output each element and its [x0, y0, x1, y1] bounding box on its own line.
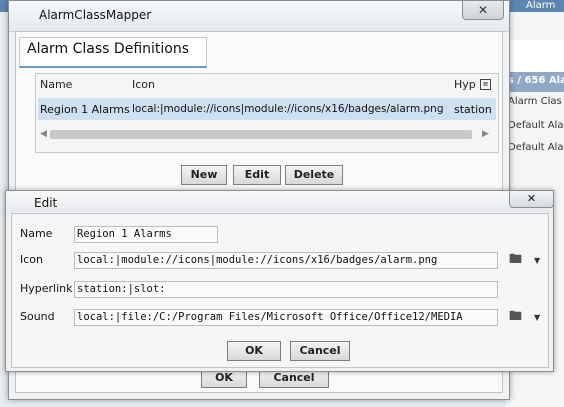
- sound-field[interactable]: local:|file:/C:/Program Files/Microsoft …: [74, 309, 498, 326]
- background-row[interactable]: Default Ala: [508, 120, 563, 131]
- edit-title-bar: [6, 191, 553, 212]
- hyperlink-field[interactable]: station:|slot:: [74, 281, 498, 298]
- icon-field[interactable]: local:|module://icons|module://icons/x16…: [74, 252, 498, 269]
- column-header-hyperlink[interactable]: Hyp: [454, 78, 476, 91]
- cell-hyperlink: station: [454, 103, 492, 116]
- edit-form: Name Region 1 Alarms Icon local:|module:…: [11, 213, 549, 368]
- scroll-right-icon[interactable]: ▶: [482, 129, 489, 139]
- chevron-down-icon[interactable]: ▼: [534, 256, 540, 265]
- edit-dialog: Edit ✕ Name Region 1 Alarms Icon local:|…: [5, 190, 554, 372]
- sound-label: Sound: [20, 310, 55, 323]
- background-column-alarm-class[interactable]: Alarm Clas: [508, 96, 562, 107]
- horizontal-scrollbar[interactable]: [50, 130, 472, 139]
- section-title: Alarm Class Definitions: [27, 41, 190, 57]
- chevron-down-icon[interactable]: ▼: [534, 313, 540, 322]
- cell-icon: local:|module://icons|module://icons/x16…: [132, 103, 444, 115]
- cell-name: Region 1 Alarms: [40, 103, 130, 116]
- background-white-area: [505, 40, 564, 72]
- background-row[interactable]: Default Ala: [508, 142, 563, 153]
- column-header-name[interactable]: Name: [40, 78, 72, 91]
- close-icon[interactable]: ✕: [462, 1, 504, 20]
- scroll-left-icon[interactable]: ◀: [40, 129, 47, 139]
- edit-button[interactable]: Edit: [233, 165, 281, 185]
- name-label: Name: [20, 227, 53, 240]
- cancel-button[interactable]: Cancel: [290, 341, 350, 361]
- dialog-title: AlarmClassMapper: [39, 8, 152, 22]
- close-icon[interactable]: ✕: [509, 191, 554, 208]
- column-header-icon[interactable]: Icon: [132, 78, 155, 91]
- new-button[interactable]: New: [181, 165, 227, 185]
- column-chooser-icon[interactable]: ≡: [480, 79, 491, 90]
- delete-button[interactable]: Delete: [285, 165, 343, 185]
- edit-dialog-title: Edit: [34, 196, 58, 210]
- definitions-table: Name Icon Hyp ≡ Region 1 Alarms local:|m…: [35, 73, 499, 153]
- background-record-count: s / 656 Ala: [508, 75, 564, 86]
- folder-icon[interactable]: 🖿: [509, 250, 522, 272]
- folder-icon[interactable]: 🖿: [509, 307, 522, 329]
- name-field[interactable]: Region 1 Alarms: [74, 226, 218, 243]
- hyperlink-label: Hyperlink: [20, 282, 73, 295]
- ok-button[interactable]: OK: [227, 341, 281, 361]
- icon-label: Icon: [20, 253, 43, 266]
